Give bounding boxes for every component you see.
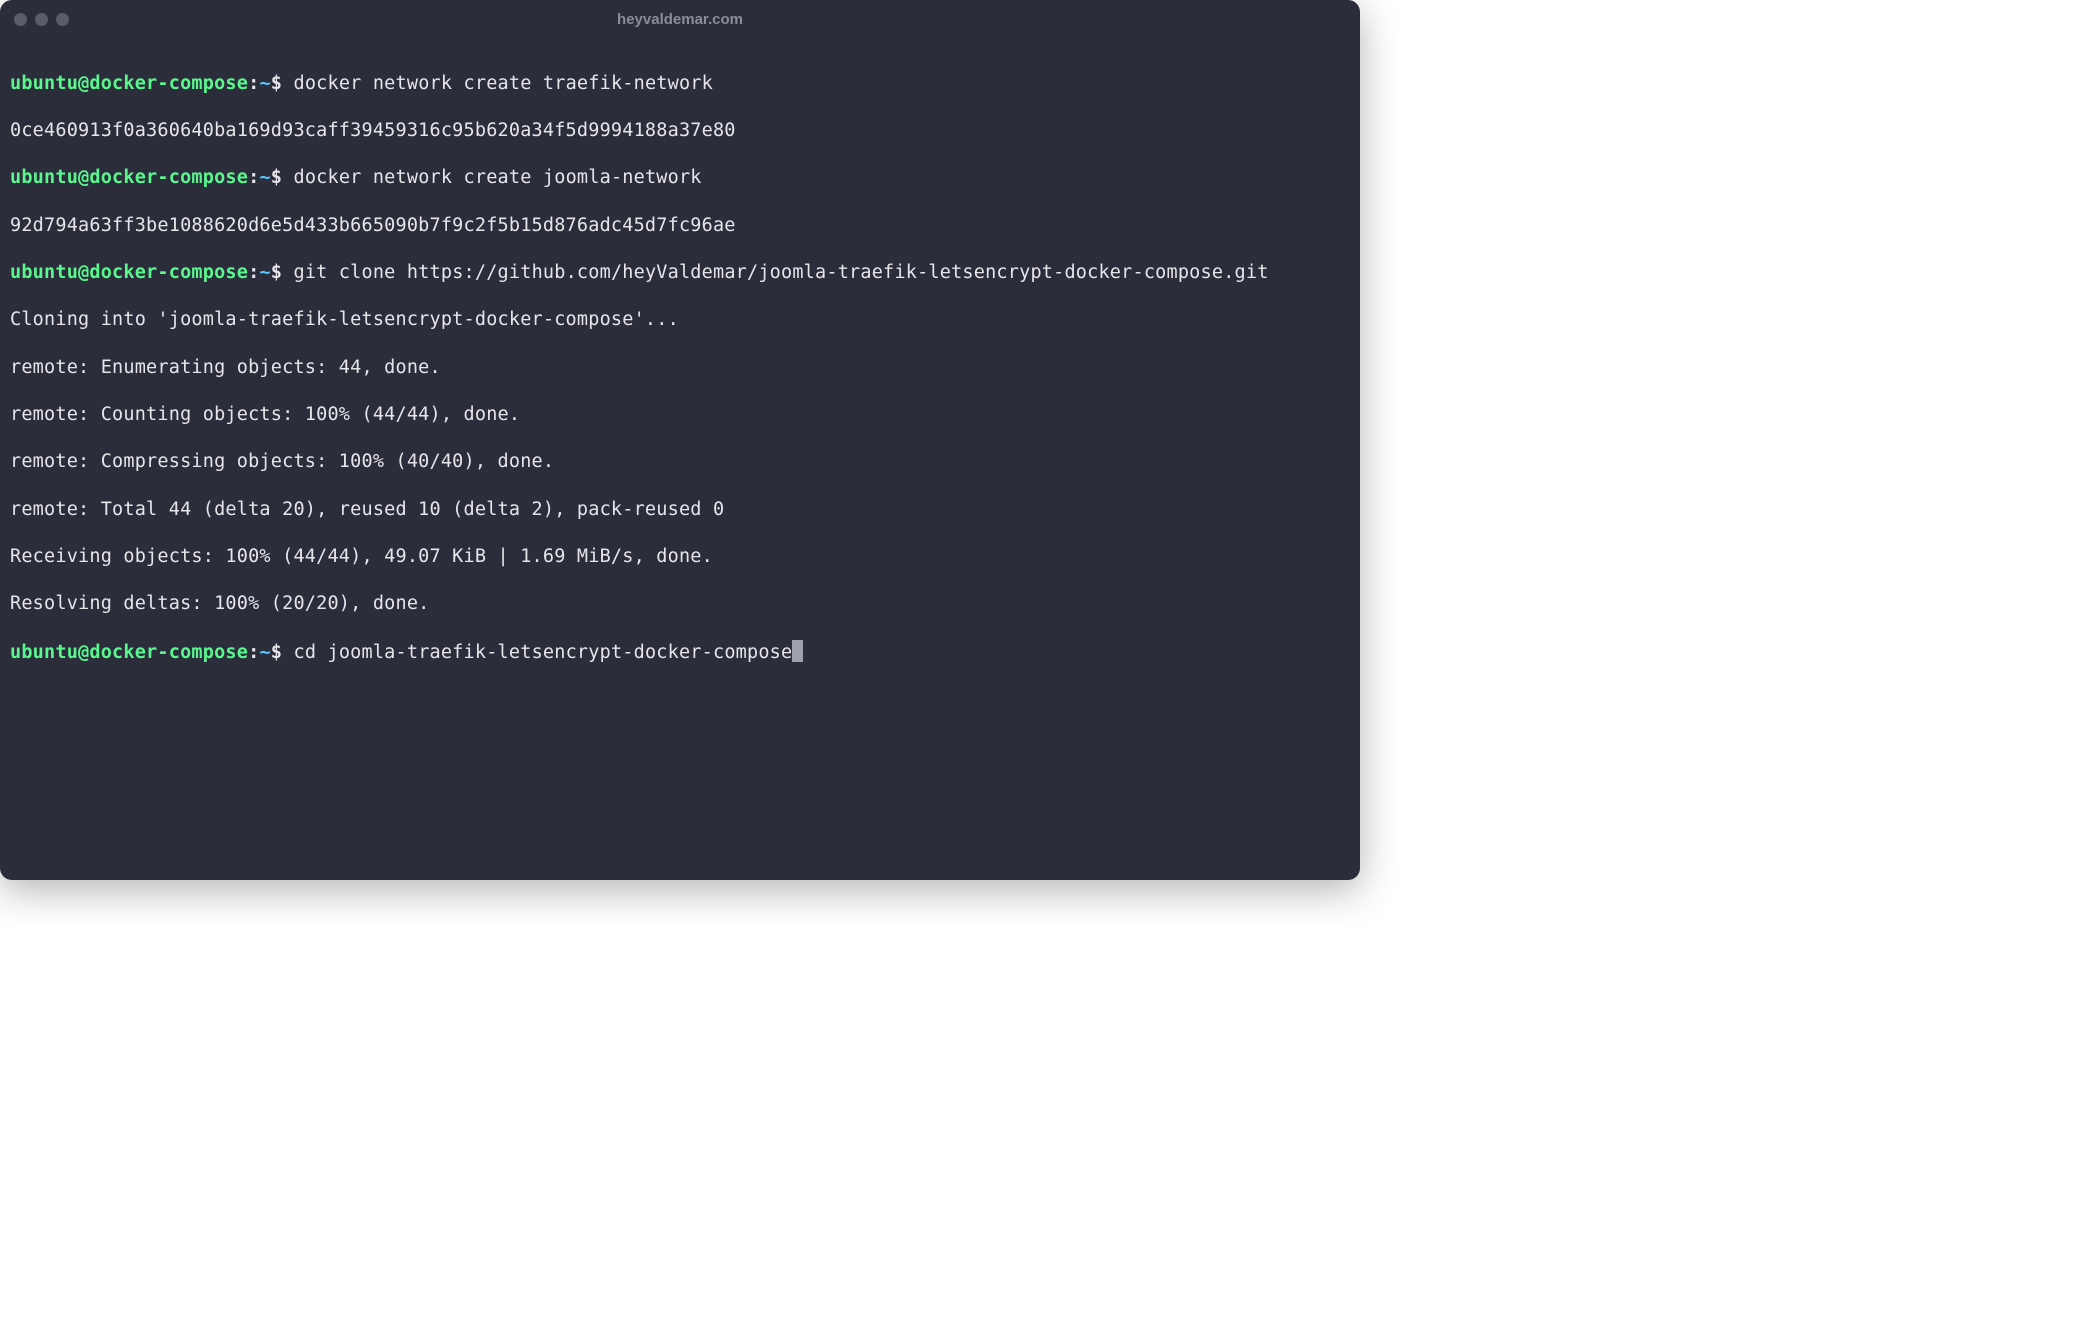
minimize-icon[interactable] [35,13,48,26]
titlebar: heyvaldemar.com [0,0,1360,38]
prompt-colon: : [248,262,259,283]
output-line: Cloning into 'joomla-traefik-letsencrypt… [10,308,1350,332]
maximize-icon[interactable] [56,13,69,26]
terminal-window: heyvaldemar.com ubuntu@docker-compose:~$… [0,0,1360,880]
prompt-dollar: $ [271,262,282,283]
prompt-user-host: ubuntu@docker-compose [10,642,248,663]
command-text: git clone https://github.com/heyValdemar… [282,262,1268,283]
prompt-user-host: ubuntu@docker-compose [10,167,248,188]
terminal-line: ubuntu@docker-compose:~$ docker network … [10,72,1350,96]
prompt-path: ~ [259,167,270,188]
output-line: Receiving objects: 100% (44/44), 49.07 K… [10,545,1350,569]
close-icon[interactable] [14,13,27,26]
prompt-colon: : [248,167,259,188]
terminal-line: ubuntu@docker-compose:~$ cd joomla-traef… [10,640,1350,665]
prompt-colon: : [248,73,259,94]
output-line: Resolving deltas: 100% (20/20), done. [10,592,1350,616]
output-line: remote: Enumerating objects: 44, done. [10,356,1350,380]
output-line: remote: Counting objects: 100% (44/44), … [10,403,1350,427]
terminal-line: ubuntu@docker-compose:~$ git clone https… [10,261,1350,285]
prompt-user-host: ubuntu@docker-compose [10,262,248,283]
prompt-path: ~ [259,262,270,283]
prompt-path: ~ [259,73,270,94]
command-text: docker network create traefik-network [282,73,713,94]
cursor-icon [792,640,803,662]
prompt-dollar: $ [271,167,282,188]
prompt-path: ~ [259,642,270,663]
prompt-dollar: $ [271,642,282,663]
prompt-colon: : [248,642,259,663]
output-line: remote: Compressing objects: 100% (40/40… [10,450,1350,474]
terminal-body[interactable]: ubuntu@docker-compose:~$ docker network … [0,38,1360,722]
prompt-user-host: ubuntu@docker-compose [10,73,248,94]
window-title: heyvaldemar.com [0,11,1360,28]
window-controls [14,13,69,26]
terminal-line: ubuntu@docker-compose:~$ docker network … [10,166,1350,190]
command-text: cd joomla-traefik-letsencrypt-docker-com… [282,642,792,663]
output-line: remote: Total 44 (delta 20), reused 10 (… [10,498,1350,522]
output-line: 92d794a63ff3be1088620d6e5d433b665090b7f9… [10,214,1350,238]
prompt-dollar: $ [271,73,282,94]
command-text: docker network create joomla-network [282,167,702,188]
output-line: 0ce460913f0a360640ba169d93caff39459316c9… [10,119,1350,143]
